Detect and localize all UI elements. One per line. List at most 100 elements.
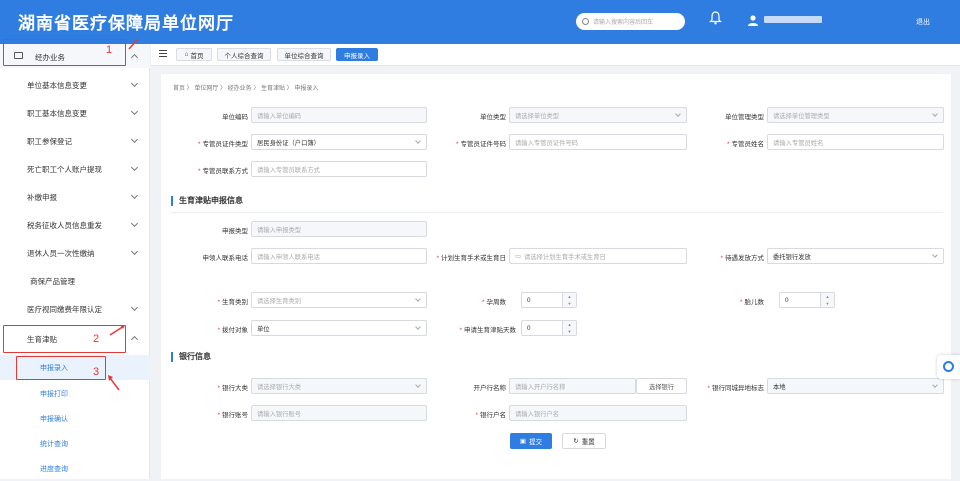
top-header: 湖南省医疗保障局单位网厅 请输入搜索内容后回车 退出 [0,0,960,44]
stepper-arrows-icon[interactable]: ▲ ▼ [562,321,576,335]
target-value: 单位 [257,325,270,333]
search-icon [582,18,589,25]
unit-type-label: 单位类型 [480,114,506,121]
phone-input[interactable]: 请输入申领人联系电话 [251,248,427,264]
sidebar-sub-progress[interactable]: 进度查询 [0,456,150,481]
sidebar-item-label: 医疗视同缴费年限认定 [27,305,102,314]
tab-unit-query[interactable]: 单位综合查询 [277,48,331,61]
sidebar-item-label: 补缴申报 [27,193,57,202]
reset-button[interactable]: ↻ 重置 [562,433,606,449]
reset-label: 重置 [581,439,595,446]
fetus-stepper[interactable]: 0 ▲ ▼ [779,292,835,308]
weeks-value: 0 [527,296,531,304]
chevron-down-icon [130,303,139,312]
stepper-arrows-icon[interactable]: ▲ ▼ [562,293,576,307]
sidebar-sub-declare-confirm[interactable]: 申报确认 [0,406,150,431]
choose-bank-button[interactable]: 选择银行 [636,378,687,394]
birth-date-picker[interactable]: ▭ 请选择计划生育手术或生育日 [509,248,687,264]
days-stepper[interactable]: 0 ▲ ▼ [521,320,577,336]
holder-label: * 银行户名 [475,412,506,419]
chevron-down-icon [130,219,139,228]
logout-link[interactable]: 退出 [916,17,930,27]
tab-home[interactable]: ⌂ 首页 [176,48,212,61]
sidebar-item-staff-change[interactable]: 职工基本信息变更 [0,100,150,127]
breadcrumb: 首页 〉 单位网厅 〉 经办业务 〉 生育津贴 〉 申报录入 [173,86,319,92]
chevron-down-icon [675,111,681,117]
days-label: * 申请生育津贴天数 [459,327,516,334]
holder-label-text: 银行户名 [480,412,506,419]
chevron-down-icon [415,138,421,144]
payment-method-select[interactable]: 委托银行发放 [767,248,944,264]
birth-type-label: * 生育类别 [217,299,248,306]
section-title-maternity: 生育津贴申报信息 [171,196,243,206]
manager-name-input[interactable]: 请输入专管员姓名 [767,134,944,150]
unit-mgmt-select[interactable]: 请选择单位管理类型 [767,107,944,123]
birth-date-label-text: 计划生育手术或生育日 [441,255,506,262]
fetus-label: * 胎儿数 [739,299,764,306]
contact-input[interactable]: 请输入专管员联系方式 [251,161,427,177]
submit-button[interactable]: ▣ 提交 [510,433,552,449]
bank-flag-select[interactable]: 本地 [767,378,944,394]
weeks-label-text: 孕周数 [486,299,507,306]
sidebar-sub-label: 统计查询 [40,440,68,448]
fetus-value: 0 [785,296,789,304]
tab-bar: ⌂ 首页 个人综合查询 单位综合查询 申报录入 [151,44,960,66]
chevron-down-icon [130,79,139,88]
chevron-up-icon [130,53,139,62]
sidebar-item-label: 退休人员一次性缴纳 [27,249,95,258]
chevron-down-icon [932,252,938,258]
weeks-label: * 孕周数 [481,299,507,306]
search-placeholder: 请输入搜索内容后回车 [593,20,654,26]
chevron-up-icon [130,335,139,344]
sidebar-item-label: 单位基本信息变更 [27,81,87,90]
annotation-number-2: 2 [93,333,100,345]
annotation-number-1: 1 [106,44,113,56]
sidebar-item-retiree-lumpsum[interactable]: 退休人员一次性缴纳 [0,240,150,267]
branch-input[interactable]: 请输入开户行名称 [509,378,636,394]
birth-date-label: * 计划生育手术或生育日 [436,255,506,262]
section-title-bank: 银行信息 [171,352,211,362]
days-value: 0 [527,324,531,332]
holder-input[interactable]: 请输入银行户名 [509,405,687,421]
sidebar-item-insurance-products[interactable]: 商保产品管理 [0,268,150,295]
menu-toggle-icon[interactable] [159,50,167,57]
annotation-number-3: 3 [93,366,100,378]
idtype-value: 居民身份证（户口簿） [257,139,320,147]
birth-type-label-text: 生育类别 [222,299,248,306]
account-input[interactable]: 请输入银行账号 [251,405,427,421]
sidebar-item-unit-change[interactable]: 单位基本信息变更 [0,72,150,99]
chevron-down-icon [415,382,421,388]
idno-input[interactable]: 请输入专管员证件号码 [509,134,687,150]
phone-label: 申领人联系电话 [202,255,249,262]
sidebar-item-tax-resend[interactable]: 税务征收人员信息重发 [0,212,150,239]
chevron-down-icon [932,111,938,117]
unit-type-placeholder: 请选择单位类型 [515,112,560,120]
target-select[interactable]: 单位 [251,320,427,336]
bell-icon[interactable] [709,11,722,25]
birth-type-select[interactable]: 请选择生育类别 [251,292,427,308]
sidebar-item-deemed-years[interactable]: 医疗视同缴费年限认定 [0,296,150,323]
tab-declare-entry[interactable]: 申报录入 [336,48,378,61]
sidebar-item-backpay[interactable]: 补缴申报 [0,184,150,211]
weeks-stepper[interactable]: 0 ▲ ▼ [521,292,577,308]
bank-flag-value: 本地 [773,383,786,391]
unit-code-input[interactable]: 请输入单位编码 [251,107,427,123]
idtype-select[interactable]: 居民身份证（户口簿） [251,134,427,150]
sidebar-item-deceased-withdraw[interactable]: 死亡职工个人账户提现 [0,156,150,183]
bank-type-select[interactable]: 请选择银行大类 [251,378,427,394]
chevron-down-icon [415,296,421,302]
tab-personal-query[interactable]: 个人综合查询 [217,48,271,61]
tab-label: 首页 [190,52,204,60]
sidebar-sub-stats[interactable]: 统计查询 [0,431,150,456]
contact-label-text: 专管员联系方式 [202,168,249,175]
floating-help-widget[interactable] [937,355,960,379]
unit-type-select[interactable]: 请选择单位类型 [509,107,687,123]
decl-type-input[interactable]: 请输入申报类型 [251,221,427,237]
search-input[interactable]: 请输入搜索内容后回车 [576,13,685,30]
payment-method-label-text: 待遇发放方式 [725,255,764,262]
sidebar-item-staff-enroll[interactable]: 职工参保登记 [0,128,150,155]
stepper-arrows-icon[interactable]: ▲ ▼ [820,293,834,307]
payment-method-value: 委托银行发放 [773,253,811,261]
sidebar-sub-declare-print[interactable]: 申报打印 [0,381,150,406]
bank-type-label-text: 银行大类 [222,385,248,392]
